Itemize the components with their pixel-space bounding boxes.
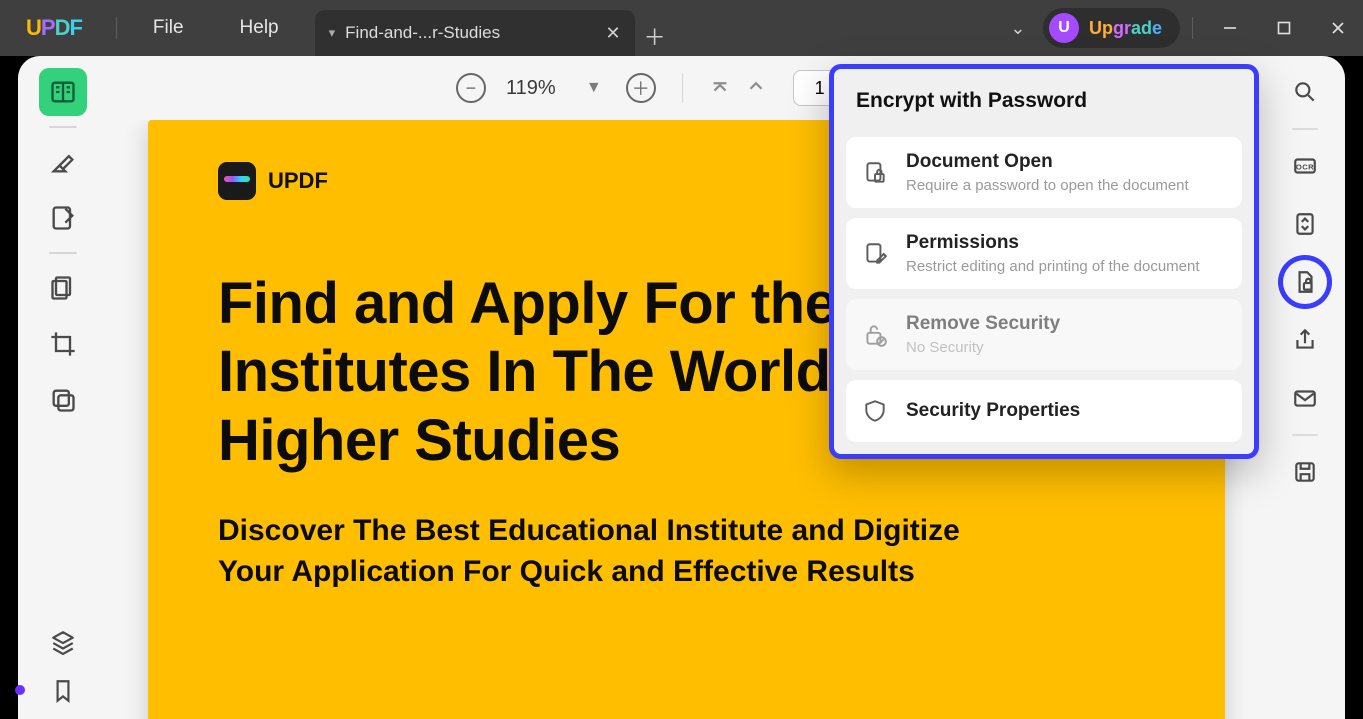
mail-icon xyxy=(1292,385,1318,411)
option-subtitle: Require a password to open the document xyxy=(906,177,1189,194)
maximize-icon xyxy=(1276,20,1292,36)
app-logo: UPDF xyxy=(26,15,82,41)
document-tab[interactable]: ▾ Find-and-...r-Studies ✕ xyxy=(315,10,635,56)
chevron-up-icon xyxy=(745,75,767,97)
reader-icon xyxy=(49,78,77,106)
tab-title: Find-and-...r-Studies xyxy=(345,23,500,43)
left-rail-bottom xyxy=(18,629,108,709)
highlighter-icon xyxy=(49,148,77,176)
window-minimize-button[interactable] xyxy=(1205,0,1255,56)
search-button[interactable] xyxy=(1283,70,1327,114)
ocr-button[interactable]: OCR xyxy=(1283,144,1327,188)
option-title: Remove Security xyxy=(906,313,1060,335)
doc-edit-icon xyxy=(858,237,892,271)
tab-close-icon[interactable]: ✕ xyxy=(606,23,621,44)
right-rail: OCR xyxy=(1265,56,1345,719)
divider xyxy=(1192,17,1193,39)
search-icon xyxy=(1292,79,1318,105)
doc-brand-text: UPDF xyxy=(268,168,328,194)
minimize-icon xyxy=(1222,20,1238,36)
encrypt-panel: Encrypt with Password Document Open Requ… xyxy=(829,64,1259,459)
chevron-top-icon xyxy=(709,75,731,97)
save-icon xyxy=(1292,459,1318,485)
upgrade-button[interactable]: U Upgrade xyxy=(1043,8,1180,48)
share-button[interactable] xyxy=(1283,318,1327,362)
upgrade-label: Upgrade xyxy=(1089,18,1162,39)
title-right: ⌄ U Upgrade xyxy=(997,0,1363,56)
close-icon xyxy=(1330,20,1346,36)
pages-icon xyxy=(49,274,77,302)
option-title: Document Open xyxy=(906,151,1189,173)
save-button[interactable] xyxy=(1283,450,1327,494)
option-security-properties[interactable]: Security Properties xyxy=(846,380,1242,442)
encrypt-panel-title: Encrypt with Password xyxy=(846,85,1242,127)
rail-separator xyxy=(49,252,77,254)
tabs-overflow-icon[interactable]: ⌄ xyxy=(997,18,1039,39)
crop-tool-button[interactable] xyxy=(39,320,87,368)
rail-separator xyxy=(49,126,77,128)
lock-remove-icon xyxy=(858,318,892,352)
option-document-open[interactable]: Document Open Require a password to open… xyxy=(846,137,1242,208)
watermark-tool-button[interactable] xyxy=(39,376,87,424)
stack-icon xyxy=(49,386,77,414)
toolbar-separator xyxy=(682,73,683,103)
work-area: − 119% ▼ ＋ / 30 UPDF Find xyxy=(18,56,1345,719)
tab-flag-icon: ▾ xyxy=(329,25,336,41)
edit-page-icon xyxy=(49,204,77,232)
left-rail xyxy=(18,56,108,719)
menu-help[interactable]: Help xyxy=(212,17,307,39)
option-remove-security: Remove Security No Security xyxy=(846,299,1242,370)
pages-tool-button[interactable] xyxy=(39,264,87,312)
rail-separator xyxy=(1292,434,1318,436)
doc-subheading: Discover The Best Educational Institute … xyxy=(218,511,1155,592)
doc-brand-icon xyxy=(218,162,256,200)
highlight-tool-button[interactable] xyxy=(39,138,87,186)
tab-add-button[interactable]: ＋ xyxy=(635,16,675,56)
first-page-button[interactable] xyxy=(709,75,731,102)
shield-icon xyxy=(858,394,892,428)
window-maximize-button[interactable] xyxy=(1259,0,1309,56)
zoom-dropdown-icon[interactable]: ▼ xyxy=(576,79,612,97)
layers-button[interactable] xyxy=(50,629,76,660)
zoom-in-button[interactable]: ＋ xyxy=(626,73,656,103)
prev-page-button[interactable] xyxy=(745,75,767,102)
layers-icon xyxy=(50,629,76,655)
bookmark-icon xyxy=(50,678,76,704)
bookmark-button[interactable] xyxy=(50,678,76,709)
window-close-button[interactable] xyxy=(1313,0,1363,56)
option-subtitle: No Security xyxy=(906,339,1060,356)
doc-lock-icon xyxy=(858,156,892,190)
edit-tool-button[interactable] xyxy=(39,194,87,242)
tabs-zone: ▾ Find-and-...r-Studies ✕ ＋ xyxy=(315,0,997,56)
option-permissions[interactable]: Permissions Restrict editing and printin… xyxy=(846,218,1242,289)
convert-button[interactable] xyxy=(1283,202,1327,246)
reader-mode-button[interactable] xyxy=(39,68,87,116)
convert-icon xyxy=(1292,211,1318,237)
menu-file[interactable]: File xyxy=(125,17,212,39)
share-icon xyxy=(1292,327,1318,353)
option-title: Permissions xyxy=(906,232,1200,254)
title-bar: UPDF File Help ▾ Find-and-...r-Studies ✕… xyxy=(0,0,1363,56)
crop-icon xyxy=(49,330,77,358)
divider xyxy=(116,17,117,39)
zoom-value: 119% xyxy=(500,77,562,100)
file-lock-icon xyxy=(1292,269,1318,295)
avatar: U xyxy=(1049,13,1079,43)
ocr-icon: OCR xyxy=(1292,153,1318,179)
svg-text:OCR: OCR xyxy=(1296,162,1314,171)
option-title: Security Properties xyxy=(906,400,1080,422)
option-subtitle: Restrict editing and printing of the doc… xyxy=(906,258,1200,275)
zoom-out-button[interactable]: − xyxy=(456,73,486,103)
rail-separator xyxy=(1292,128,1318,130)
email-button[interactable] xyxy=(1283,376,1327,420)
protect-button[interactable] xyxy=(1283,260,1327,304)
